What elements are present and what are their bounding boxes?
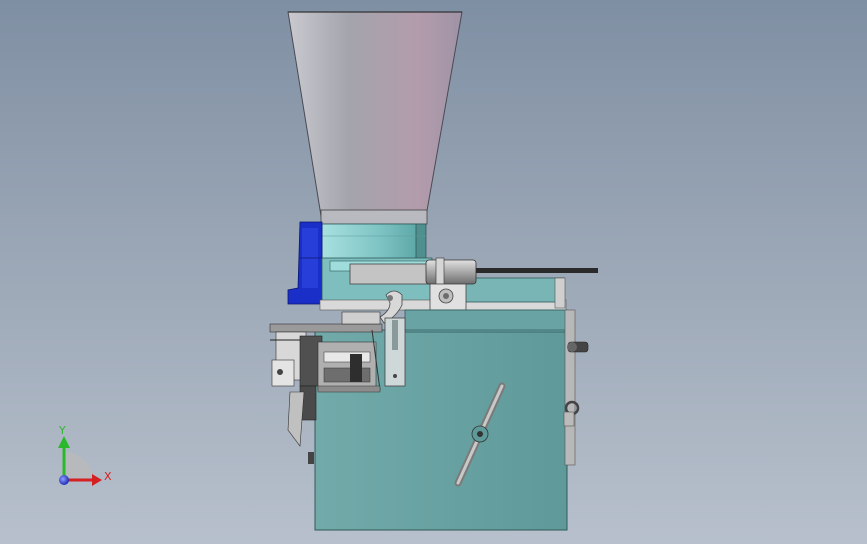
hopper-collar[interactable] [321, 223, 427, 261]
hopper-rim [320, 209, 428, 225]
y-axis-label: Y [58, 424, 66, 437]
machine-assembly-view[interactable]: Y X [0, 0, 867, 544]
hopper-cone [287, 11, 463, 223]
coordinate-triad: Y X [58, 424, 112, 486]
x-axis-label: X [104, 470, 112, 483]
hopper[interactable] [287, 11, 463, 225]
guide-bracket[interactable] [384, 317, 406, 387]
drive-motor[interactable] [287, 221, 323, 305]
clamp-block[interactable] [429, 283, 467, 311]
push-rod [476, 268, 598, 273]
cad-viewport[interactable]: Y X [0, 0, 867, 544]
